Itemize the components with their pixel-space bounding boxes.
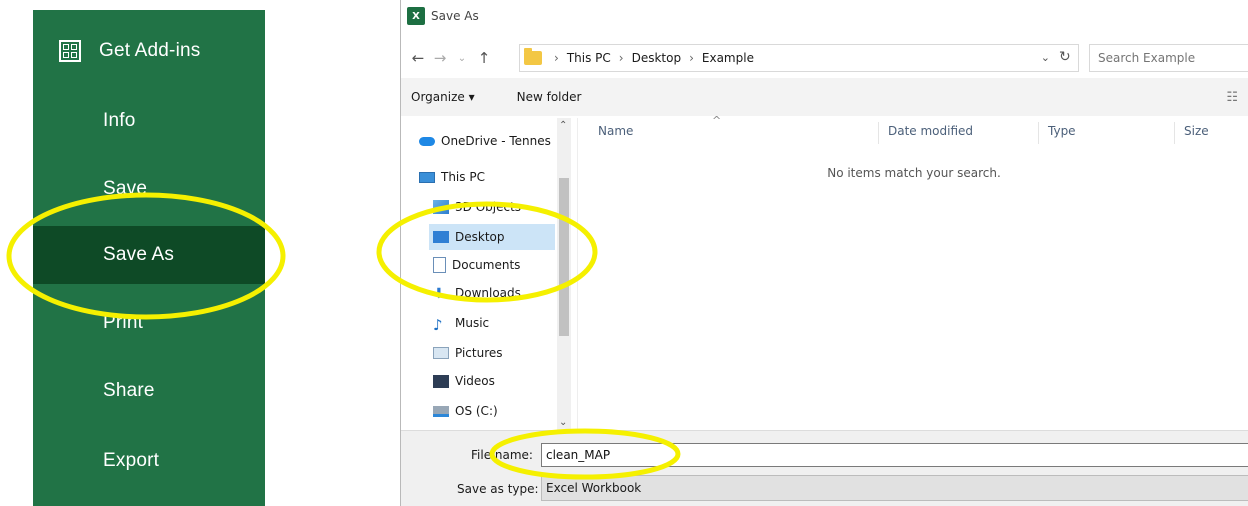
excel-icon: X (407, 7, 425, 25)
navigation-pane: OneDrive - Tennes This PC 3D Objects Des… (401, 118, 577, 430)
info-label: Info (103, 110, 136, 131)
back-arrow-icon[interactable]: ← (407, 49, 429, 67)
downloads-icon: ⬇ (433, 286, 445, 302)
nav-item-label: This PC (441, 170, 485, 184)
dialog-toolbar: Organize ▾ New folder ☷ (401, 78, 1248, 116)
3d-objects-icon (433, 200, 449, 214)
search-input[interactable] (1098, 51, 1238, 65)
nav-item-this-pc[interactable]: This PC (419, 164, 557, 190)
info-button[interactable]: Info (33, 92, 265, 150)
folder-icon (524, 48, 542, 65)
nav-item-os-c[interactable]: OS (C:) (433, 398, 571, 424)
nav-item-3d-objects[interactable]: 3D Objects (433, 194, 571, 220)
breadcrumb-separator-icon: › (618, 51, 624, 65)
nav-item-desktop[interactable]: Desktop (429, 224, 555, 250)
nav-scrollbar[interactable]: ⌃ ⌄ (557, 118, 571, 430)
nav-item-label: 3D Objects (455, 200, 522, 214)
scroll-up-icon[interactable]: ⌃ (559, 120, 567, 131)
recent-locations-chevron-icon[interactable]: ⌄ (451, 53, 473, 64)
print-button[interactable]: Print (33, 294, 265, 352)
file-name-field[interactable] (541, 443, 1248, 467)
nav-item-documents[interactable]: Documents (433, 252, 571, 278)
breadcrumb-this-pc[interactable]: This PC (567, 51, 611, 65)
print-label: Print (103, 312, 144, 333)
file-name-label: File name: (471, 448, 533, 462)
address-row: ← → ⌄ ↑ › This PC › Desktop › Example ⌄ … (401, 40, 1248, 76)
sort-ascending-icon: ^ (712, 114, 722, 127)
save-as-button[interactable]: Save As (33, 226, 265, 284)
breadcrumb-desktop[interactable]: Desktop (632, 51, 682, 65)
drive-icon (433, 405, 449, 417)
nav-item-label: Documents (452, 258, 521, 272)
save-as-label: Save As (103, 244, 175, 265)
save-as-type-label: Save as type: (457, 482, 539, 496)
nav-item-label: OS (C:) (455, 404, 498, 418)
empty-folder-message: No items match your search. (827, 166, 1001, 180)
videos-icon (433, 374, 449, 388)
address-bar[interactable]: › This PC › Desktop › Example ⌄ (519, 44, 1079, 72)
column-divider[interactable] (1174, 122, 1175, 144)
cloud-icon (419, 136, 435, 146)
search-box[interactable] (1089, 44, 1248, 72)
pictures-icon (433, 347, 449, 359)
save-button[interactable]: Save (33, 160, 265, 218)
nav-item-onedrive[interactable]: OneDrive - Tennes (419, 128, 557, 154)
forward-arrow-icon[interactable]: → (429, 49, 451, 67)
scroll-down-icon[interactable]: ⌄ (559, 417, 567, 428)
organize-button[interactable]: Organize ▾ (411, 90, 475, 104)
desktop-icon (433, 231, 449, 243)
column-header-type[interactable]: Type (1048, 124, 1076, 138)
save-as-dialog: X Save As ← → ⌄ ↑ › This PC › Desktop › … (400, 0, 1248, 506)
export-button[interactable]: Export (33, 432, 265, 490)
nav-scrollbar-thumb[interactable] (559, 178, 569, 336)
nav-item-label: Music (455, 316, 490, 330)
column-header-name[interactable]: Name (598, 124, 633, 138)
column-divider[interactable] (878, 122, 879, 144)
save-as-type-select[interactable]: Excel Workbook (541, 475, 1248, 501)
nav-item-label: Videos (455, 374, 495, 388)
backstage-panel: Get Add-ins Info Save Save As Print Shar… (33, 10, 265, 506)
nav-item-music[interactable]: ♪ Music (433, 310, 571, 336)
music-icon: ♪ (433, 316, 443, 334)
save-label: Save (103, 178, 148, 199)
nav-item-label: Pictures (455, 346, 503, 360)
save-options-area: File name: Save as type: Excel Workbook (401, 430, 1248, 506)
dialog-title: Save As (431, 9, 479, 23)
nav-item-label: OneDrive - Tennes (441, 134, 551, 148)
get-add-ins-button[interactable]: Get Add-ins (33, 22, 265, 80)
add-ins-icon (59, 40, 81, 62)
view-options-icon[interactable]: ☷ (1226, 90, 1238, 105)
column-divider[interactable] (1038, 122, 1039, 144)
export-label: Export (103, 450, 160, 471)
file-list-pane: Name ^ Date modified Type Size No items … (577, 114, 1248, 430)
nav-item-label: Desktop (455, 230, 505, 244)
share-label: Share (103, 380, 155, 401)
file-name-input[interactable] (546, 444, 1248, 466)
save-as-type-value: Excel Workbook (546, 481, 642, 495)
get-add-ins-label: Get Add-ins (99, 40, 201, 61)
up-arrow-icon[interactable]: ↑ (473, 49, 495, 67)
column-header-date-modified[interactable]: Date modified (888, 124, 973, 138)
breadcrumb-separator-icon: › (554, 51, 559, 65)
share-button[interactable]: Share (33, 362, 265, 420)
refresh-icon[interactable]: ↻ (1059, 49, 1071, 65)
pc-icon (419, 171, 435, 183)
address-dropdown-icon[interactable]: ⌄ (1041, 51, 1050, 64)
nav-item-pictures[interactable]: Pictures (433, 340, 571, 366)
documents-icon (433, 257, 446, 273)
breadcrumb-separator-icon: › (689, 51, 694, 65)
nav-item-label: Downloads (455, 286, 521, 300)
new-folder-button[interactable]: New folder (517, 90, 582, 104)
column-header-size[interactable]: Size (1184, 124, 1209, 138)
dialog-titlebar: X Save As (401, 0, 1248, 32)
breadcrumb-example[interactable]: Example (702, 51, 754, 65)
nav-item-downloads[interactable]: ⬇ Downloads (433, 280, 571, 306)
nav-item-videos[interactable]: Videos (433, 368, 571, 394)
